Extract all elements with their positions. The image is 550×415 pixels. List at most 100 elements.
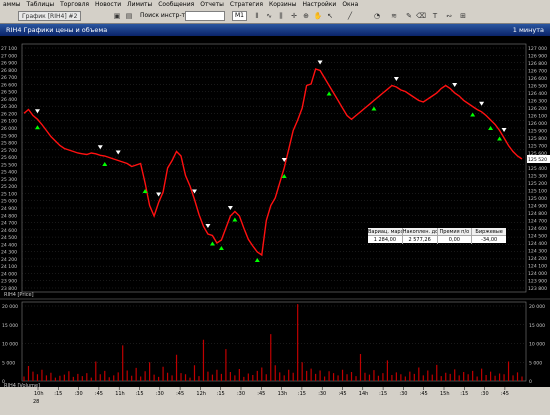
right-tick-label: 123 800 (528, 286, 547, 292)
sell-marker (115, 150, 121, 155)
time-label: 14h (359, 391, 369, 397)
text-icon[interactable]: T (430, 11, 440, 21)
sell-marker (156, 192, 162, 197)
left-tick-label: 26 800 (1, 68, 17, 74)
right-tick-label: 126 400 (528, 91, 547, 97)
wave-icon[interactable]: ∾ (444, 11, 454, 21)
pencil-icon[interactable]: ✎ (404, 11, 414, 21)
time-label: :30 (318, 391, 326, 397)
right-tick-label: 126 600 (528, 76, 547, 82)
time-label: 11h (115, 391, 125, 397)
menu-item[interactable]: Торговля (57, 0, 92, 9)
trendline-icon[interactable]: ╱ (345, 11, 355, 21)
price-volume-chart[interactable]: 27 10027 00026 90026 80026 70026 60026 5… (0, 36, 550, 413)
right-tick-label: 124 700 (528, 219, 547, 225)
left-tick-label: 25 100 (1, 191, 17, 197)
popup-value: 0,00 (438, 236, 473, 244)
right-tick-label: 126 500 (528, 84, 547, 90)
menu-bar: аммы Таблицы Торговля Новости Лимиты Сообщени… (0, 0, 550, 9)
popup-header: Вариац. маржа (368, 228, 403, 235)
chart-window-title: RIH4 Графики цены и объема 1 минута (0, 24, 550, 36)
right-tick-label: 124 500 (528, 234, 547, 240)
last-price-label: 125 520 (528, 157, 547, 163)
left-tick-label: 24 000 (1, 271, 17, 277)
left-tick-label: 25 500 (1, 162, 17, 168)
volume-tick-left: 15 000 (2, 323, 18, 329)
right-tick-label: 125 700 (528, 144, 547, 150)
chart-tab[interactable]: График [RIH4] #2 (18, 11, 82, 21)
menu-item[interactable]: Настройки (299, 0, 339, 9)
chart-area[interactable]: 27 100 27 000 26 900 26 800 26 700 26 600 26 5… (0, 36, 550, 413)
left-tick-label: 26 700 (1, 75, 17, 81)
right-tick-label: 124 800 (528, 211, 547, 217)
left-tick-label: 24 900 (1, 206, 17, 212)
sell-marker (97, 145, 103, 150)
menu-item[interactable]: Лимиты (124, 0, 155, 9)
buy-marker (371, 106, 377, 111)
right-tick-label: 127 000 (528, 46, 547, 52)
right-tick-label: 126 900 (528, 54, 547, 60)
menu-item[interactable]: Сообщения (155, 0, 197, 9)
volume-tick-left: 5 000 (2, 360, 15, 366)
menu-item[interactable]: Окна (339, 0, 361, 9)
eraser-icon[interactable]: ⌫ (416, 11, 426, 21)
time-label: :30 (481, 391, 489, 397)
right-tick-label: 124 200 (528, 256, 547, 262)
time-label: :45 (501, 391, 509, 397)
time-label: :15 (298, 391, 306, 397)
gauge-icon[interactable]: ◔ (372, 11, 382, 21)
crosshair-icon[interactable]: ✛ (289, 11, 299, 21)
line-icon[interactable]: ∿ (264, 11, 274, 21)
time-label: :30 (399, 391, 407, 397)
menu-item[interactable]: Отчеты (197, 0, 227, 9)
time-label: :45 (339, 391, 347, 397)
left-tick-label: 24 200 (1, 257, 17, 263)
left-tick-label: 27 100 (1, 46, 17, 52)
left-tick-label: 26 200 (1, 111, 17, 117)
right-tick-label: 124 300 (528, 249, 547, 255)
candles-icon[interactable]: ⫴ (252, 11, 262, 21)
menu-item[interactable]: Новости (92, 0, 124, 9)
tool-icon[interactable]: ≋ (389, 11, 399, 21)
left-tick-label: 26 400 (1, 97, 17, 103)
menu-item[interactable]: аммы (0, 0, 23, 9)
sell-marker (205, 224, 211, 228)
grid-icon[interactable]: ⊞ (458, 11, 468, 21)
menu-item[interactable]: Таблицы (23, 0, 57, 9)
time-label: :15 (217, 391, 225, 397)
volume-tick-left: 20 000 (2, 304, 18, 310)
menu-item[interactable]: Стратегия (227, 0, 266, 9)
right-tick-label: 125 200 (528, 181, 547, 187)
right-tick-label: 124 000 (528, 271, 547, 277)
bars-icon[interactable]: ⫼ (276, 11, 286, 21)
right-tick-label: 126 800 (528, 61, 547, 67)
cursor-icon[interactable]: ↖ (325, 11, 335, 21)
left-tick-label: 25 900 (1, 133, 17, 139)
right-tick-label: 126 200 (528, 106, 547, 112)
timeframe-label: 1 минута (512, 26, 544, 34)
timeframe-select[interactable]: M1 (232, 11, 247, 21)
buy-marker (497, 136, 503, 141)
left-tick-label: 25 000 (1, 199, 17, 205)
price-panel-frame (21, 43, 527, 293)
left-tick-label: 24 100 (1, 264, 17, 270)
hand-icon[interactable]: ✋ (313, 11, 323, 21)
time-label: :45 (95, 391, 103, 397)
buy-marker (232, 217, 238, 222)
zoom-icon[interactable]: ⊕ (301, 11, 311, 21)
time-label: 10h (34, 391, 44, 397)
buy-marker (254, 258, 260, 262)
time-label: :30 (156, 391, 164, 397)
left-tick-label: 26 100 (1, 119, 17, 125)
chart-icon[interactable]: ▤ (124, 11, 134, 21)
search-input[interactable] (185, 11, 225, 21)
window-icon[interactable]: ▣ (112, 11, 122, 21)
volume-panel-frame (21, 301, 527, 382)
menu-item[interactable]: Корзины (266, 0, 300, 9)
toolbar: График [RIH4] #2 ▣ ▤ Поиск инстр-та M1 ⫴… (0, 9, 550, 24)
right-tick-label: 125 000 (528, 196, 547, 202)
time-label: :45 (420, 391, 428, 397)
time-label: :15 (54, 391, 62, 397)
sell-marker (317, 60, 323, 65)
left-tick-label: 26 600 (1, 82, 17, 88)
